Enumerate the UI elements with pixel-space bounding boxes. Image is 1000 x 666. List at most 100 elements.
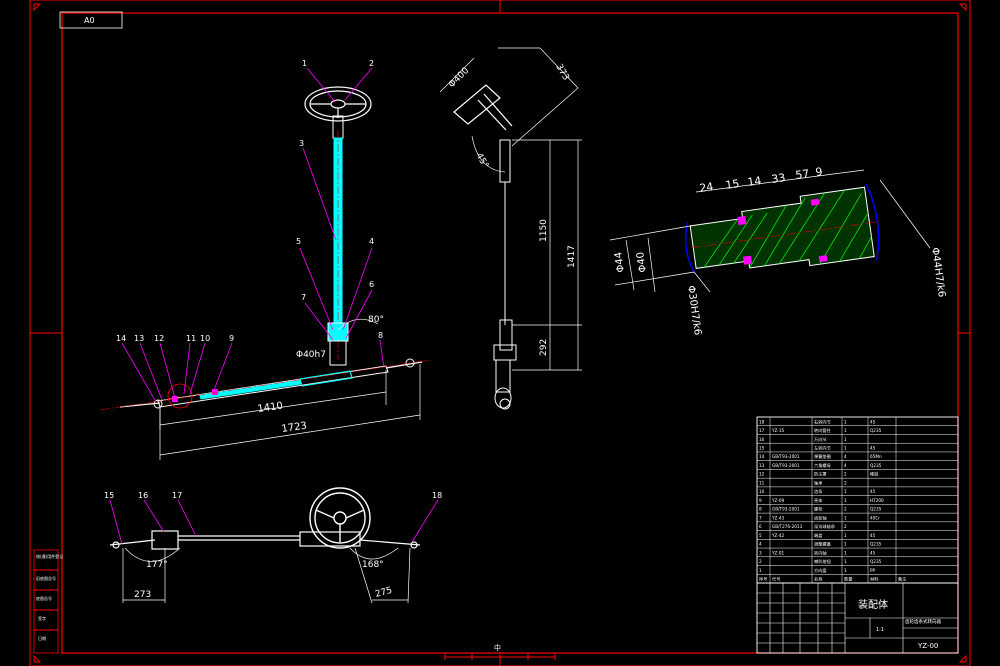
front-leaders	[121, 67, 385, 403]
balloon-2: 2	[369, 59, 374, 68]
balloon-17: 17	[172, 491, 182, 500]
bom-row-13-col-1: GB/T93-2001	[772, 463, 800, 468]
bom-row-5-col-4: 45	[870, 533, 876, 538]
top-dim-right-len: 275	[374, 586, 393, 600]
bom-row-8-col-3: 2	[844, 507, 847, 512]
title-drawing-name: 装配体	[858, 598, 888, 611]
bom-row-1-col-2: 方向盘	[814, 567, 827, 574]
bom-row-1-col-3: 1	[844, 568, 847, 573]
balloon-12: 12	[154, 334, 164, 343]
balloon-9: 9	[229, 334, 234, 343]
bom-row-18-col-4: 45	[870, 419, 876, 424]
bom-row-15-col-3: 1	[844, 446, 847, 451]
bom-row-6-col-3: 2	[844, 524, 847, 529]
bom-row-13-col-3: 4	[844, 463, 847, 468]
bom-row-17-col-0: 17	[759, 428, 765, 433]
side-dim-lower: 292	[539, 339, 549, 356]
bom-row-18-col-0: 18	[759, 419, 765, 424]
side-dim-total: 1417	[567, 245, 577, 268]
side-dim-tilt: 45°	[473, 152, 490, 171]
bom-row-5-col-3: 1	[844, 533, 847, 538]
bom-row-3-col-1: YZ-01	[771, 550, 785, 555]
bom-row-5-col-1: YZ-42	[771, 533, 785, 538]
format-box: A0	[59, 11, 123, 29]
bom-row-4-col-4: Q235	[870, 542, 882, 547]
title-scale: 1:1	[876, 627, 884, 633]
bom-row-16-col-3: 1	[844, 437, 847, 442]
bom-row-13-col-0: 13	[759, 463, 765, 468]
balloon-16: 16	[138, 491, 148, 500]
bom-row-9-col-2: 壳体	[814, 497, 823, 504]
bom-row-14-col-2: 弹簧垫圈	[814, 453, 831, 460]
balloon-14: 14	[116, 334, 126, 343]
bom-row-6-col-0: 6	[759, 524, 762, 529]
balloon-18: 18	[432, 491, 442, 500]
front-dim-angle: 80°	[368, 315, 384, 325]
bom-row-15-col-4: 45	[870, 446, 876, 451]
bom-row-7-col-1: YZ-43	[771, 515, 785, 520]
bom-row-3-col-4: 45	[870, 550, 876, 555]
bom-row-16-col-2: 万向节	[814, 436, 827, 443]
bom-row-14-col-0: 14	[759, 454, 765, 459]
section-dim-24: 24	[699, 180, 715, 195]
bom-row-2-col-0: 2	[759, 559, 762, 564]
balloon-13: 13	[134, 334, 144, 343]
bom-row-8-col-1: GB/T93-2001	[772, 507, 800, 512]
bom-row-13-col-2: 六角螺母	[814, 462, 831, 469]
section-dim-left-inner: Φ40	[635, 251, 649, 273]
bom-row-11-col-3: 2	[844, 480, 847, 485]
bom-row-12-col-4: 橡胶	[870, 471, 878, 478]
bom-row-18-col-2: 右转向节	[814, 418, 831, 425]
margin-label-2: 旧底图总号	[36, 575, 56, 581]
section-dim-15: 15	[725, 177, 741, 192]
side-column	[493, 139, 517, 410]
top-dim-right-angle: 168°	[362, 560, 384, 570]
bom-row-7-col-2: 齿轮轴	[814, 514, 827, 521]
bom-row-11-col-0: 11	[759, 480, 765, 485]
drawing-sheet: 中 A0 借(通)用件登记 旧底图总号 底图总号 签字 日期 1410 1723…	[29, 0, 971, 666]
bom-header-col-5: 备注	[898, 576, 907, 583]
bom-row-18-col-3: 1	[844, 419, 847, 424]
steering-wheel-side	[453, 84, 513, 131]
balloon-1: 1	[302, 59, 307, 68]
bom-row-6-col-2: 深沟球轴承	[814, 523, 836, 530]
bom-row-8-col-0: 8	[759, 507, 762, 512]
top-leaders	[109, 499, 439, 545]
bom-header-col-0: 序号	[759, 576, 767, 583]
side-dimensions	[439, 47, 582, 371]
section-dim-57: 57	[795, 167, 811, 182]
margin-label-4: 签字	[38, 615, 46, 621]
bom-row-17-col-2: 转向管柱	[814, 427, 832, 434]
section-dim-left-outer: Φ44	[613, 251, 627, 273]
bom-row-1-col-0: 1	[759, 568, 762, 573]
side-dim-column: 1150	[539, 219, 549, 242]
section-view	[684, 183, 880, 275]
left-margin-labels: 借(通)用件登记 旧底图总号 底图总号 签字 日期	[36, 553, 63, 641]
bom-row-13-col-4: Q235	[870, 463, 882, 468]
side-view: Φ400 373 45° 1150 1417 292	[439, 47, 582, 410]
bom-row-9-col-4: HT200	[870, 498, 884, 503]
bom-row-10-col-0: 10	[759, 489, 765, 494]
bom-rows: 18 右转向节 1 4517 YZ-15 转向管柱 1 Q23516 万向节 115 左转向节 1 45…	[759, 418, 907, 582]
bom-row-17-col-1: YZ-15	[771, 428, 785, 433]
bom-row-14-col-4: 65Mn	[870, 454, 882, 459]
bom-row-2-col-2: 喇叭按钮	[814, 558, 831, 565]
bom-row-17-col-3: 1	[844, 428, 847, 433]
bom-row-10-col-3: 1	[844, 489, 847, 494]
side-dim-wheel-dia: Φ400	[447, 66, 471, 90]
balloon-8: 8	[378, 331, 383, 340]
bom-row-4-col-2: 调整螺塞	[814, 541, 832, 548]
bom-row-7-col-0: 7	[759, 515, 762, 520]
bom-header-col-2: 名称	[814, 576, 822, 583]
format-label: A0	[84, 16, 95, 25]
bom-row-5-col-2: 端盖	[814, 532, 822, 539]
top-dim-left-len: 273	[134, 590, 151, 600]
front-dim-1410: 1410	[257, 401, 284, 415]
balloon-7: 7	[301, 293, 306, 302]
bom-row-8-col-2: 螺栓	[814, 506, 823, 513]
bom-row-14-col-3: 4	[844, 454, 847, 459]
bom-row-9-col-3: 1	[844, 498, 847, 503]
balloon-10: 10	[200, 334, 210, 343]
balloon-6: 6	[369, 280, 374, 289]
bom-row-2-col-4: Q235	[870, 559, 882, 564]
